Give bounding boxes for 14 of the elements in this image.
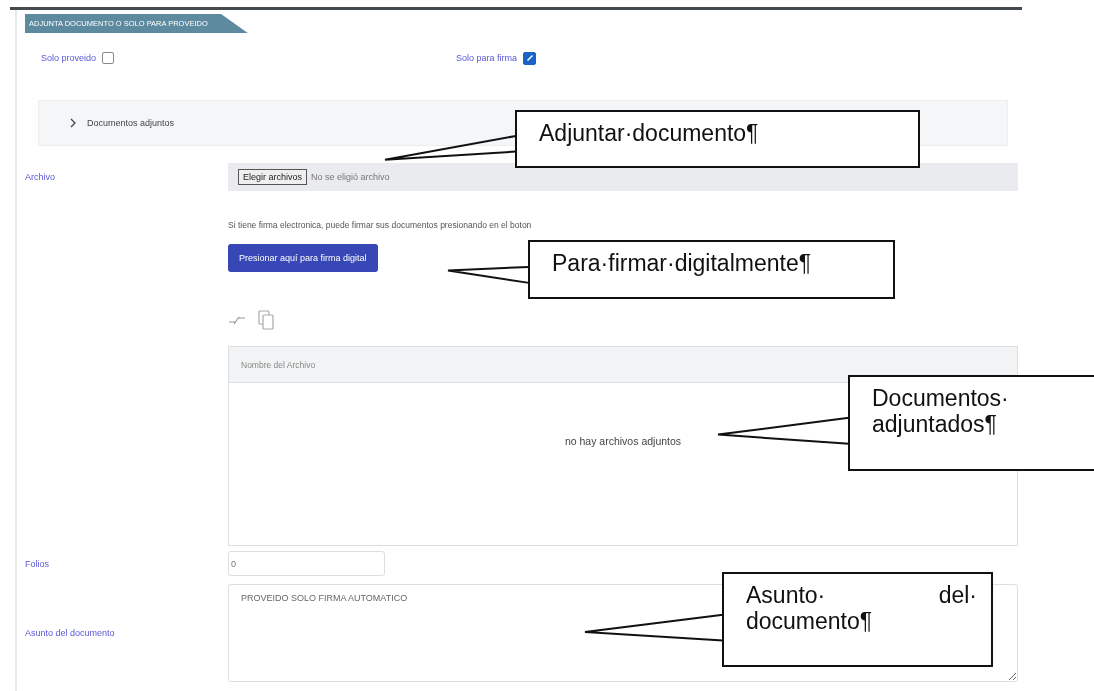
field-label: Asunto del documento: [25, 628, 116, 638]
callout-tooltip: Asunto· del· documento¶: [722, 572, 993, 667]
accordion-label: Documentos adjuntos: [87, 118, 175, 128]
checkbox-label: Solo para firma: [456, 53, 518, 63]
field-label: Archivo: [25, 172, 56, 182]
column-header: Nombre del Archivo: [229, 347, 1017, 383]
empty-message: no hay archivos adjuntos: [564, 435, 682, 447]
callout-tooltip: Para·firmar·digitalmente¶: [528, 240, 895, 299]
hint-text: Si tiene firma electronica, puede firmar sus documentos presionando en el boton: [228, 220, 533, 230]
callout-tooltip: Documentos· adjuntados¶: [848, 375, 1094, 471]
file-status: No se eligió archivo: [311, 172, 390, 182]
callout-tooltip: Adjuntar·documento¶: [515, 110, 920, 168]
field-label: Folios: [25, 558, 50, 569]
checkbox-label: Solo proveido: [41, 53, 97, 63]
